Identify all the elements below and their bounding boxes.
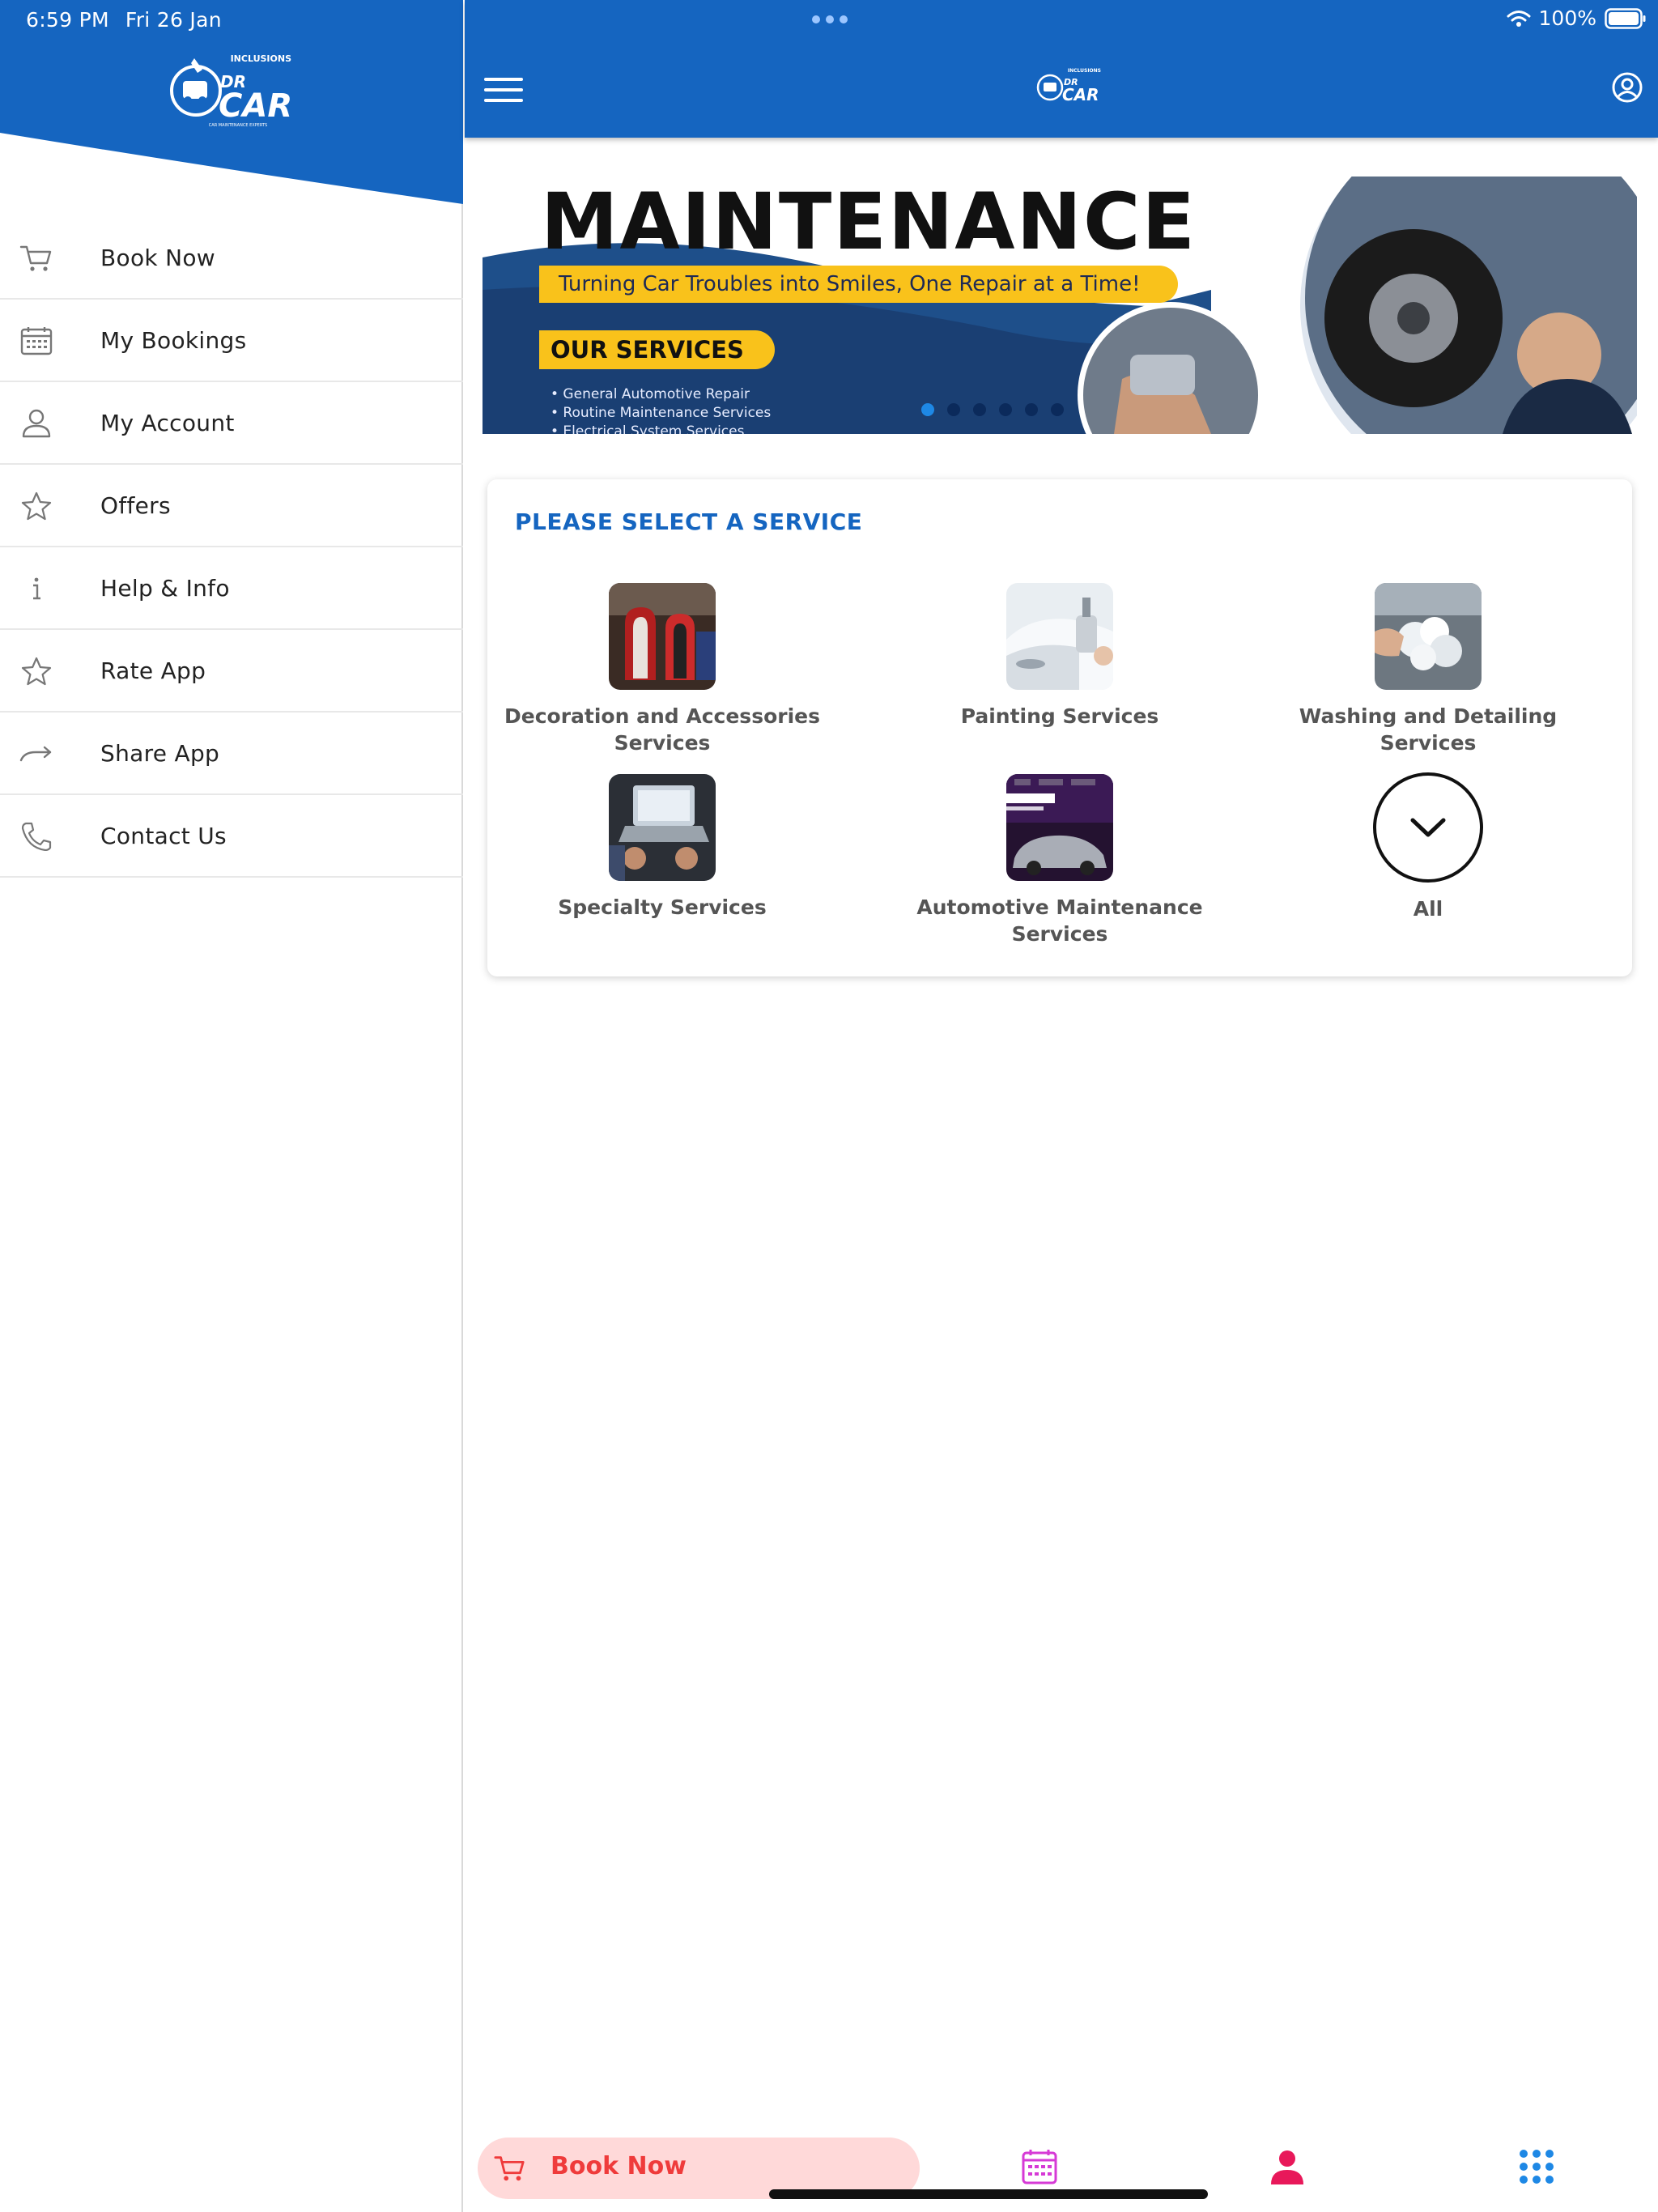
car-seat-thumbnail: [609, 583, 716, 690]
drawer-item-label: Book Now: [100, 244, 215, 271]
service-all[interactable]: All: [1258, 772, 1598, 922]
banner-services-list: • General Automotive Repair • Routine Ma…: [551, 385, 771, 434]
banner-services-heading: OUR SERVICES: [539, 330, 775, 369]
service-select-card: PLEASE SELECT A SERVICE Decoration and A…: [487, 479, 1632, 976]
home-indicator[interactable]: [769, 2189, 1208, 2199]
drawer-item-label: My Account: [100, 409, 235, 436]
brand-logo-small: INCLUSIONS DR CAR: [1036, 68, 1101, 104]
pager-dot[interactable]: [1051, 403, 1064, 416]
washing-thumbnail: [1375, 583, 1482, 690]
drawer-item-rate-app[interactable]: Rate App: [0, 630, 463, 713]
service-label: All: [1413, 897, 1443, 921]
star-icon: [21, 491, 52, 521]
cart-icon: [494, 2156, 525, 2181]
share-arrow-icon: [19, 746, 52, 762]
drawer-item-my-bookings[interactable]: My Bookings: [0, 300, 463, 382]
drawer-item-share-app[interactable]: Share App: [0, 713, 463, 795]
drawer-item-label: My Bookings: [100, 326, 247, 354]
service-specialty[interactable]: Specialty Services: [492, 774, 832, 921]
calendar-icon: [20, 327, 53, 355]
banner-service-item: • Electrical System Services: [551, 423, 745, 434]
drawer-item-contact-us[interactable]: Contact Us: [0, 795, 463, 878]
drawer-item-help-info[interactable]: Help & Info: [0, 547, 463, 630]
profile-icon[interactable]: [1611, 71, 1643, 104]
drawer-item-label: Offers: [100, 491, 171, 519]
status-date: Fri 26 Jan: [125, 8, 222, 32]
service-painting[interactable]: Painting Services: [890, 583, 1230, 730]
battery-percent: 100%: [1538, 6, 1596, 30]
service-decoration-accessories[interactable]: Decoration and Accessories Services: [492, 583, 832, 756]
status-bar-left: 6:59 PM Fri 26 Jan: [26, 8, 238, 32]
drawer-item-label: Rate App: [100, 657, 206, 684]
status-time: 6:59 PM: [26, 8, 109, 32]
banner-service-item: • Routine Maintenance Services: [551, 405, 772, 421]
service-automotive-maintenance[interactable]: Automotive Maintenance Services: [890, 774, 1230, 947]
service-label: Washing and Detailing Services: [1299, 704, 1558, 755]
battery-icon: [1605, 7, 1646, 29]
service-label: Automotive Maintenance Services: [916, 895, 1203, 946]
info-icon: [33, 577, 40, 600]
carousel-pager[interactable]: [921, 403, 1064, 416]
banner-title: MAINTENANCE: [541, 177, 1197, 267]
banner-tagline: Turning Car Troubles into Smiles, One Re…: [539, 266, 1178, 303]
status-bar-right: 100%: [1507, 6, 1647, 30]
drawer-item-label: Contact Us: [100, 822, 227, 849]
bottom-nav-book-label: Book Now: [551, 2152, 687, 2180]
brand-logo: INCLUSIONS DR CAR CAR MAINTENANCE EXPERT…: [170, 53, 291, 128]
pager-dot[interactable]: [999, 403, 1012, 416]
automotive-thumbnail: [1006, 774, 1113, 881]
chevron-down-icon: [1410, 818, 1446, 837]
expand-all-button[interactable]: [1373, 772, 1483, 883]
painting-thumbnail: [1006, 583, 1113, 690]
banner-service-item: • General Automotive Repair: [551, 386, 750, 402]
wifi-icon: [1507, 10, 1531, 27]
drawer-item-label: Help & Info: [100, 574, 230, 602]
phone-icon: [21, 822, 52, 851]
hamburger-menu-icon[interactable]: [484, 76, 523, 104]
drawer-item-my-account[interactable]: My Account: [0, 382, 463, 465]
cart-icon: [19, 245, 52, 271]
pager-dot[interactable]: [973, 403, 986, 416]
svg-text:INCLUSIONS: INCLUSIONS: [1068, 68, 1101, 74]
calendar-icon[interactable]: [1020, 2147, 1059, 2186]
svg-text:INCLUSIONS: INCLUSIONS: [231, 53, 291, 64]
grid-icon[interactable]: [1517, 2147, 1556, 2186]
drawer-item-book-now[interactable]: Book Now: [0, 217, 463, 300]
bottom-navigation: Book Now: [465, 2121, 1658, 2212]
service-label: Painting Services: [960, 704, 1159, 728]
multitasking-dots-icon[interactable]: [811, 15, 848, 24]
drawer-header: 6:59 PM Fri 26 Jan INCLUSIONS DR CAR CAR …: [0, 0, 463, 211]
side-drawer: 6:59 PM Fri 26 Jan INCLUSIONS DR CAR CAR …: [0, 0, 463, 2212]
user-icon[interactable]: [1268, 2147, 1307, 2186]
user-icon: [22, 409, 51, 438]
pager-dot[interactable]: [1025, 403, 1038, 416]
star-icon: [21, 657, 52, 686]
drawer-item-label: Share App: [100, 739, 220, 767]
pager-dot[interactable]: [947, 403, 960, 416]
specialty-thumbnail: [609, 774, 716, 881]
service-label: Specialty Services: [558, 895, 767, 919]
main-content: 100% INCLUSIONS DR CAR MAINTENANCE Turni…: [465, 0, 1658, 2212]
top-app-bar: 100% INCLUSIONS DR CAR: [465, 0, 1658, 138]
drawer-menu: Book Now My Bookings My Account Offers H…: [0, 217, 463, 878]
svg-text:CAR: CAR: [219, 87, 291, 125]
svg-text:CAR MAINTENANCE EXPERTS: CAR MAINTENANCE EXPERTS: [209, 123, 267, 128]
promo-banner-carousel[interactable]: MAINTENANCE Turning Car Troubles into Sm…: [483, 177, 1637, 434]
service-washing-detailing[interactable]: Washing and Detailing Services: [1258, 583, 1598, 756]
pager-dot[interactable]: [921, 403, 934, 416]
card-title: PLEASE SELECT A SERVICE: [515, 508, 863, 535]
service-label: Decoration and Accessories Services: [504, 704, 820, 755]
svg-text:CAR: CAR: [1062, 85, 1099, 104]
drawer-item-offers[interactable]: Offers: [0, 465, 463, 547]
